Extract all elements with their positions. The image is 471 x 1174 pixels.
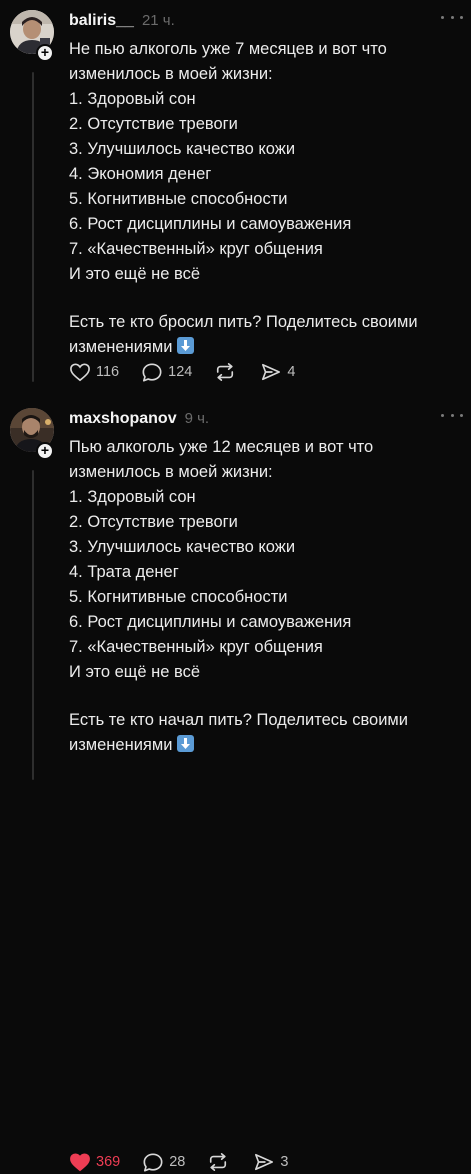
like-count: 369 — [96, 1154, 121, 1170]
share-button[interactable]: 4 — [260, 362, 295, 382]
post-header: baliris__ 21 ч. — [69, 12, 175, 32]
comment-button[interactable]: 28 — [142, 1152, 185, 1173]
question-line: изменениями — [69, 335, 459, 360]
comment-bubble-icon — [142, 362, 162, 382]
down-arrow-emoji-icon — [177, 337, 195, 354]
follow-plus-icon[interactable]: + — [36, 44, 54, 62]
share-count: 3 — [280, 1154, 289, 1170]
question-line: изменениями — [69, 733, 459, 758]
post-line: изменилось в моей жизни: — [69, 463, 273, 481]
repost-button[interactable] — [214, 362, 236, 382]
post-line: изменилось в моей жизни: — [69, 65, 273, 83]
repost-icon — [210, 1153, 227, 1171]
list-item: 3. Улучшилось качество кожи — [69, 140, 296, 158]
list-item: 5. Когнитивные способности — [69, 588, 288, 606]
follow-plus-icon[interactable]: + — [36, 442, 54, 460]
post-text: Пью алкоголь уже 12 месяцев и вот что из… — [69, 435, 459, 758]
username[interactable]: maxshopanov — [69, 410, 177, 428]
heart-icon — [70, 363, 90, 382]
more-dots-icon[interactable] — [441, 410, 463, 420]
send-icon — [255, 1153, 274, 1171]
question-line: Есть те кто начал пить? Поделитесь своим… — [69, 711, 408, 729]
like-button[interactable]: 369 — [69, 1152, 120, 1172]
list-item: 7. «Качественный» круг общения — [69, 240, 323, 258]
thread-line — [32, 470, 34, 780]
list-item: 1. Здоровый сон — [69, 488, 196, 506]
comment-button[interactable]: 124 — [141, 362, 192, 383]
list-item: 6. Рост дисциплины и самоуважения — [69, 215, 352, 233]
send-icon — [262, 363, 281, 381]
comment-count: 124 — [168, 364, 193, 380]
list-item: 1. Здоровый сон — [69, 90, 196, 108]
repost-icon — [217, 363, 234, 381]
timestamp: 9 ч. — [184, 410, 210, 427]
comment-count: 28 — [169, 1154, 186, 1170]
post-line: И это ещё не всё — [69, 265, 201, 283]
username[interactable]: baliris__ — [69, 12, 134, 30]
like-count: 116 — [96, 364, 120, 380]
more-dots-icon[interactable] — [441, 12, 463, 22]
list-item: 4. Трата денег — [69, 563, 179, 581]
repost-button[interactable] — [207, 1152, 229, 1172]
down-arrow-emoji-icon — [177, 735, 195, 752]
timestamp: 21 ч. — [141, 12, 175, 29]
list-item: 2. Отсутствие тревоги — [69, 115, 238, 133]
post-actions: 116 124 4 — [69, 360, 317, 384]
comment-bubble-icon — [143, 1152, 163, 1172]
list-item: 5. Когнитивные способности — [69, 190, 288, 208]
post-line: Пью алкоголь уже 12 месяцев и вот что — [69, 438, 374, 456]
list-item: 6. Рост дисциплины и самоуважения — [69, 613, 352, 631]
post-text: Не пью алкоголь уже 7 месяцев и вот что … — [69, 37, 459, 360]
post-line: Не пью алкоголь уже 7 месяцев и вот что — [69, 40, 387, 58]
share-count: 4 — [287, 364, 296, 380]
list-item: 7. «Качественный» круг общения — [69, 638, 323, 656]
list-item: 3. Улучшилось качество кожи — [69, 538, 296, 556]
list-item: 2. Отсутствие тревоги — [69, 513, 238, 531]
thread-line — [32, 72, 34, 382]
heart-icon — [70, 1153, 90, 1172]
post-line: И это ещё не всё — [69, 663, 201, 681]
post-header: maxshopanov 9 ч. — [69, 410, 209, 430]
question-line: Есть те кто бросил пить? Поделитесь свои… — [69, 313, 418, 331]
list-item: 4. Экономия денег — [69, 165, 212, 183]
like-button[interactable]: 116 — [69, 362, 119, 382]
post-actions: 369 28 3 — [69, 1150, 310, 1174]
share-button[interactable]: 3 — [253, 1152, 288, 1172]
